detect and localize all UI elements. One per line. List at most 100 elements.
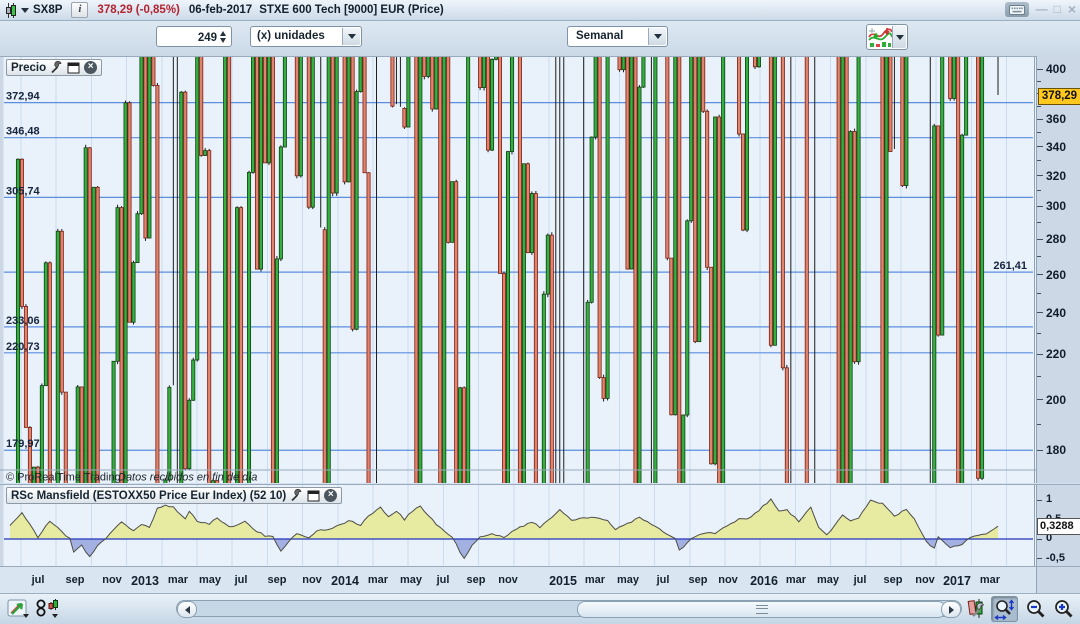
candle-body (84, 148, 87, 483)
maximize-icon[interactable]: □ (1054, 2, 1061, 17)
price-axis-tick (1037, 119, 1043, 120)
chart-type-button[interactable] (866, 24, 908, 50)
candlestick-chart[interactable]: 372,94346,48305,74261,41233,06220,73179,… (0, 56, 1036, 483)
candle-body (251, 56, 254, 172)
wrench-icon[interactable] (290, 489, 303, 502)
scroll-right-button[interactable] (941, 601, 961, 618)
info-button[interactable]: i (71, 2, 88, 18)
bars-count-input[interactable] (159, 28, 219, 47)
candle-body (423, 56, 426, 76)
candle-body (781, 56, 784, 368)
candle-body (674, 56, 677, 415)
price-axis: 400360340320300280260240220200180378,29 (1036, 56, 1080, 483)
zoom-in-icon (1053, 598, 1075, 620)
close-icon[interactable]: × (1068, 2, 1076, 17)
candle-body (359, 56, 362, 92)
chart-toolbar: (x) unidades Semanal (0, 21, 1080, 56)
timeframe-dropdown-arrow[interactable] (648, 28, 666, 45)
price-chart-panel[interactable]: 372,94346,48305,74261,41233,06220,73179,… (0, 56, 1036, 483)
candle-body (435, 56, 438, 109)
chart-type-dropdown-arrow[interactable] (892, 26, 906, 48)
window-icon[interactable] (307, 490, 320, 502)
candle-body (64, 392, 67, 483)
time-axis-label: nov (915, 574, 935, 586)
indicator-panel-close-icon[interactable]: × (324, 489, 337, 502)
price-axis-label: 220 (1046, 347, 1066, 361)
candle-body (805, 56, 808, 483)
candle-body (403, 108, 406, 127)
candle-body (550, 235, 553, 483)
window-controls: — □ × (1005, 2, 1076, 17)
candle-body (311, 56, 314, 207)
candle-body (626, 56, 629, 269)
timeframe-dropdown[interactable]: Semanal (567, 26, 668, 47)
candle-body (140, 56, 143, 214)
chart-type-icon (867, 25, 893, 49)
candle-body (953, 56, 956, 99)
chart-settings-button[interactable] (964, 597, 990, 621)
candle-body (933, 126, 936, 483)
indicator-panel[interactable]: RSc Mansfield (ESTOXX50 Price Eur Index)… (0, 484, 1036, 566)
symbol-dropdown-arrow[interactable] (21, 8, 29, 13)
time-axis-label: 2016 (750, 574, 778, 588)
scroll-left-button[interactable] (177, 601, 197, 618)
horizontal-scrollbar[interactable] (176, 600, 962, 617)
price-axis-tick (1037, 399, 1043, 400)
time-axis-label: mar (585, 574, 605, 586)
candle-body (363, 56, 366, 173)
candle-body (112, 361, 115, 483)
price-axis-tick (1037, 190, 1041, 191)
candle-body (518, 56, 521, 483)
candle-body (602, 378, 605, 399)
candle-body (590, 137, 593, 302)
time-axis-label: nov (718, 574, 738, 586)
left-gutter (0, 56, 4, 483)
candle-body (443, 56, 446, 483)
zoom-in-button[interactable] (1050, 596, 1077, 622)
candle-body (88, 148, 91, 483)
price-axis-tick (1037, 312, 1043, 313)
candle-body (594, 56, 597, 137)
candle-body (323, 230, 326, 483)
indicator-axis-tick (1037, 500, 1042, 501)
candle-body (837, 56, 840, 483)
candle-body (96, 187, 99, 483)
window-icon[interactable] (67, 62, 80, 74)
time-axis-label: jul (32, 574, 45, 586)
scrollbar-thumb[interactable] (577, 601, 946, 618)
candle-body (331, 56, 334, 193)
zoom-fit-button[interactable] (991, 596, 1018, 622)
indicator-panel-header: RSc Mansfield (ESTOXX50 Price Eur Index)… (6, 487, 342, 504)
candle-body (44, 263, 47, 386)
minimize-icon[interactable]: — (1036, 2, 1047, 17)
price-axis-tick (1037, 175, 1043, 176)
candle-body (431, 56, 434, 109)
bars-count-stepper[interactable] (216, 28, 229, 45)
price-axis-tick (1037, 81, 1041, 82)
candle-body (857, 56, 860, 362)
zoom-out-button[interactable] (1022, 596, 1049, 622)
price-level-label: 346,48 (6, 126, 40, 138)
drawing-tools-button[interactable] (5, 597, 31, 621)
price-panel-close-icon[interactable]: × (84, 61, 97, 74)
units-dropdown-arrow[interactable] (342, 28, 360, 45)
candle-body (235, 208, 238, 483)
keyboard-icon[interactable] (1005, 2, 1029, 17)
price-level-label: 372,94 (6, 91, 41, 103)
time-axis-label: 2015 (549, 574, 577, 588)
chart-objects-button[interactable] (34, 597, 60, 621)
candle-body (618, 56, 621, 70)
candle-body (506, 152, 509, 483)
price-axis-tick (1037, 160, 1041, 161)
price-axis-tick (1037, 256, 1041, 257)
candle-body (391, 56, 394, 106)
candle-body (407, 56, 410, 127)
candle-body (295, 56, 298, 176)
time-axis-label: may (817, 574, 839, 586)
wrench-icon[interactable] (50, 61, 63, 74)
units-dropdown[interactable]: (x) unidades (250, 26, 362, 47)
price-level-label: 305,74 (6, 185, 41, 197)
time-axis-label: mar (168, 574, 188, 586)
time-axis-label: jul (657, 574, 670, 586)
candle-body (204, 151, 207, 156)
